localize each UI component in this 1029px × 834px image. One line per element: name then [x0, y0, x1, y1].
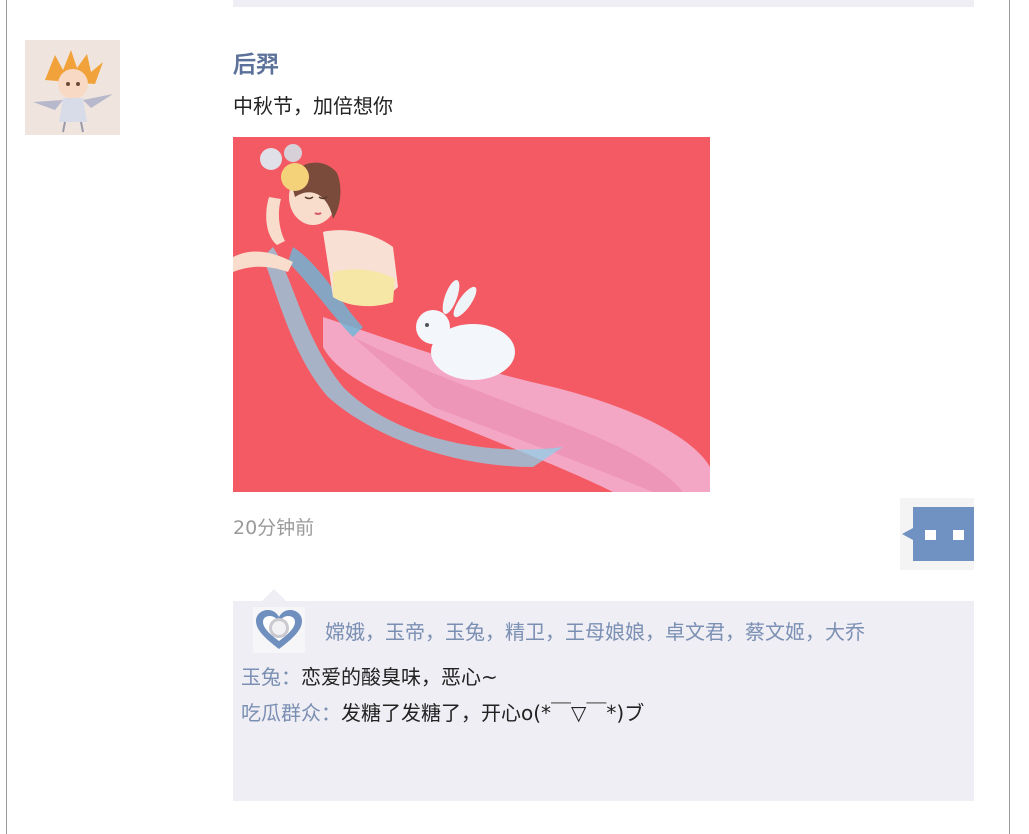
post-text: 中秋节，加倍想你: [233, 94, 393, 118]
commenter-name[interactable]: 玉兔: [241, 665, 281, 689]
commenter-separator: ：: [281, 665, 301, 689]
avatar-illustration: [25, 40, 120, 135]
chang-e-illustration: [233, 137, 710, 492]
comment-text: 发糖了发糖了，开心o(*￣▽￣*)ブ: [341, 701, 645, 725]
commenter-separator: ：: [321, 701, 341, 725]
heart-icon: [253, 607, 305, 653]
author-name[interactable]: 后羿: [233, 50, 279, 80]
post-image[interactable]: [233, 137, 710, 492]
comment-text: 恋爱的酸臭味，恶心~: [301, 665, 498, 689]
likes-comments-panel: 嫦娥，玉帝，玉兔，精卫，王母娘娘，卓文君，蔡文姬，大乔 玉兔：恋爱的酸臭味，恶心…: [233, 601, 974, 801]
post-timestamp: 20分钟前: [233, 517, 315, 539]
comment-item[interactable]: 吃瓜群众：发糖了发糖了，开心o(*￣▽￣*)ブ: [241, 698, 644, 728]
comment-item[interactable]: 玉兔：恋爱的酸臭味，恶心~: [241, 662, 498, 692]
likes-row: 嫦娥，玉帝，玉兔，精卫，王母娘娘，卓文君，蔡文姬，大乔: [253, 607, 865, 653]
comment-bubble-icon: [902, 507, 974, 561]
previous-post-comment-box: [233, 0, 974, 7]
commenter-name[interactable]: 吃瓜群众: [241, 701, 321, 725]
comment-action-button[interactable]: [900, 498, 974, 570]
likers-list[interactable]: 嫦娥，玉帝，玉兔，精卫，王母娘娘，卓文君，蔡文姬，大乔: [325, 616, 865, 645]
panel-pointer: [262, 589, 286, 601]
author-avatar[interactable]: [25, 40, 120, 135]
